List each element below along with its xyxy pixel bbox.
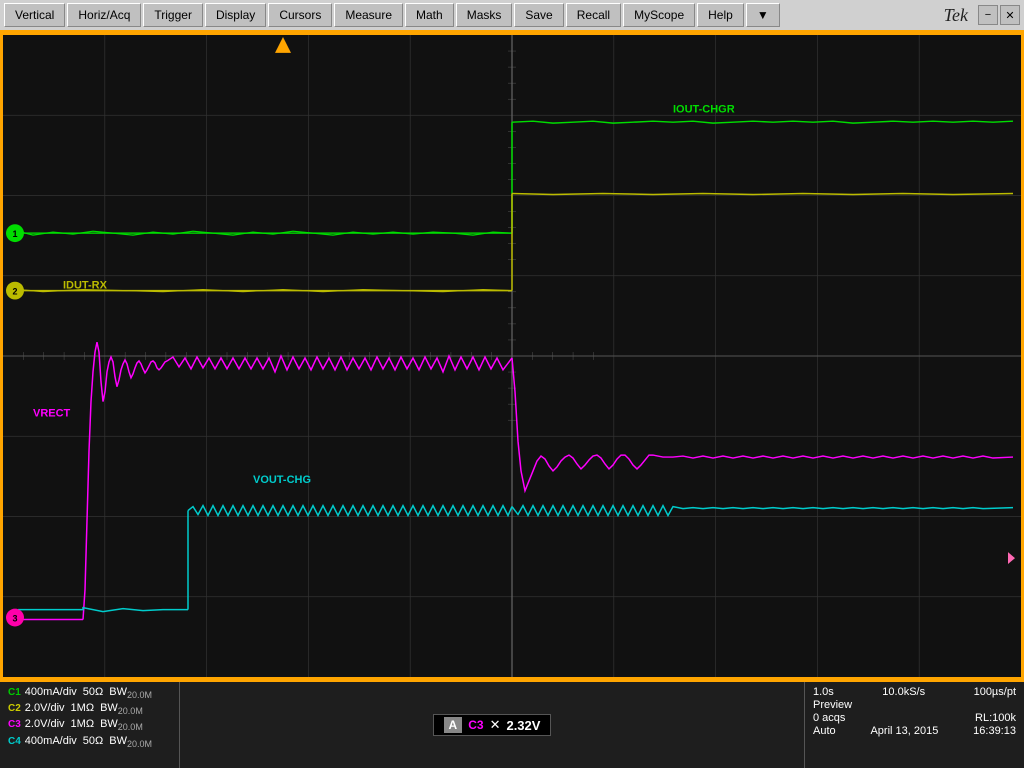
c1-scale: 400mA/div [25, 686, 77, 698]
c4-label: C4 [8, 736, 21, 747]
btn-save[interactable]: Save [514, 3, 563, 27]
cursor-x-icon: ✕ [490, 717, 501, 733]
acq-date: April 13, 2015 [870, 725, 938, 737]
acq-mode: Preview [813, 699, 852, 711]
cursor-value: 2.32V [506, 718, 540, 733]
c2-scale: 2.0V/div [25, 702, 65, 714]
svg-text:2: 2 [12, 287, 17, 297]
c3-scale: 2.0V/div [25, 718, 65, 730]
cursor-display: A C3 ✕ 2.32V [433, 714, 552, 736]
c3-bw: BW20.0M [100, 718, 143, 732]
acqs-count: 0 acqs [813, 712, 845, 724]
ch3-label-vrect: VRECT [33, 407, 71, 419]
cursor-mode: A [444, 717, 463, 733]
btn-trigger[interactable]: Trigger [143, 3, 203, 27]
btn-cursors[interactable]: Cursors [268, 3, 332, 27]
btn-myscope[interactable]: MyScope [623, 3, 695, 27]
ch4-label-vout: VOUT-CHG [253, 474, 311, 486]
btn-vertical[interactable]: Vertical [4, 3, 65, 27]
c4-imp: 50Ω [83, 735, 103, 747]
btn-horizacq[interactable]: Horiz/Acq [67, 3, 141, 27]
c4-scale: 400mA/div [25, 735, 77, 747]
acquisition-info: 1.0s 10.0kS/s 100µs/pt Preview 0 acqs RL… [804, 682, 1024, 768]
c3-label: C3 [8, 719, 21, 730]
sample-rate: 10.0kS/s [882, 686, 925, 698]
ch2-label-idut: IDUT-RX [63, 280, 108, 292]
status-bar: C1 400mA/div 50Ω BW20.0M C2 2.0V/div 1MΩ… [0, 680, 1024, 768]
acq-time: 16:39:13 [973, 725, 1016, 737]
rl-info: RL:100k [975, 712, 1016, 724]
svg-text:1: 1 [12, 229, 17, 239]
c2-imp: 1MΩ [71, 702, 95, 714]
btn-math[interactable]: Math [405, 3, 454, 27]
oscilloscope-display: IOUT-CHGR IDUT-RX VRECT [0, 32, 1024, 680]
toolbar: Vertical Horiz/Acq Trigger Display Curso… [0, 0, 1024, 32]
c1-label: C1 [8, 687, 21, 698]
c3-imp: 1MΩ [71, 718, 95, 730]
btn-menu[interactable]: ▼ [746, 3, 780, 27]
c4-bw: BW20.0M [109, 735, 152, 749]
cursor-section: A C3 ✕ 2.32V [180, 682, 804, 768]
btn-measure[interactable]: Measure [334, 3, 403, 27]
btn-display[interactable]: Display [205, 3, 266, 27]
c1-imp: 50Ω [83, 686, 103, 698]
timebase-value: 1.0s [813, 686, 834, 698]
c2-label: C2 [8, 703, 21, 714]
btn-recall[interactable]: Recall [566, 3, 621, 27]
grid: IOUT-CHGR IDUT-RX VRECT [3, 35, 1021, 677]
btn-help[interactable]: Help [697, 3, 744, 27]
ch1-label-iout-chgr: IOUT-CHGR [673, 103, 735, 115]
cursor-channel: C3 [468, 718, 483, 732]
channel-settings: C1 400mA/div 50Ω BW20.0M C2 2.0V/div 1MΩ… [0, 682, 180, 768]
close-button[interactable]: ✕ [1000, 5, 1020, 25]
run-mode: Auto [813, 725, 836, 737]
minimize-button[interactable]: − [978, 5, 998, 25]
c2-bw: BW20.0M [100, 702, 143, 716]
tek-logo: Tek [944, 5, 968, 26]
c1-bw: BW20.0M [109, 686, 152, 700]
btn-masks[interactable]: Masks [456, 3, 513, 27]
svg-text:3: 3 [12, 614, 17, 624]
record-length: 100µs/pt [974, 686, 1016, 698]
